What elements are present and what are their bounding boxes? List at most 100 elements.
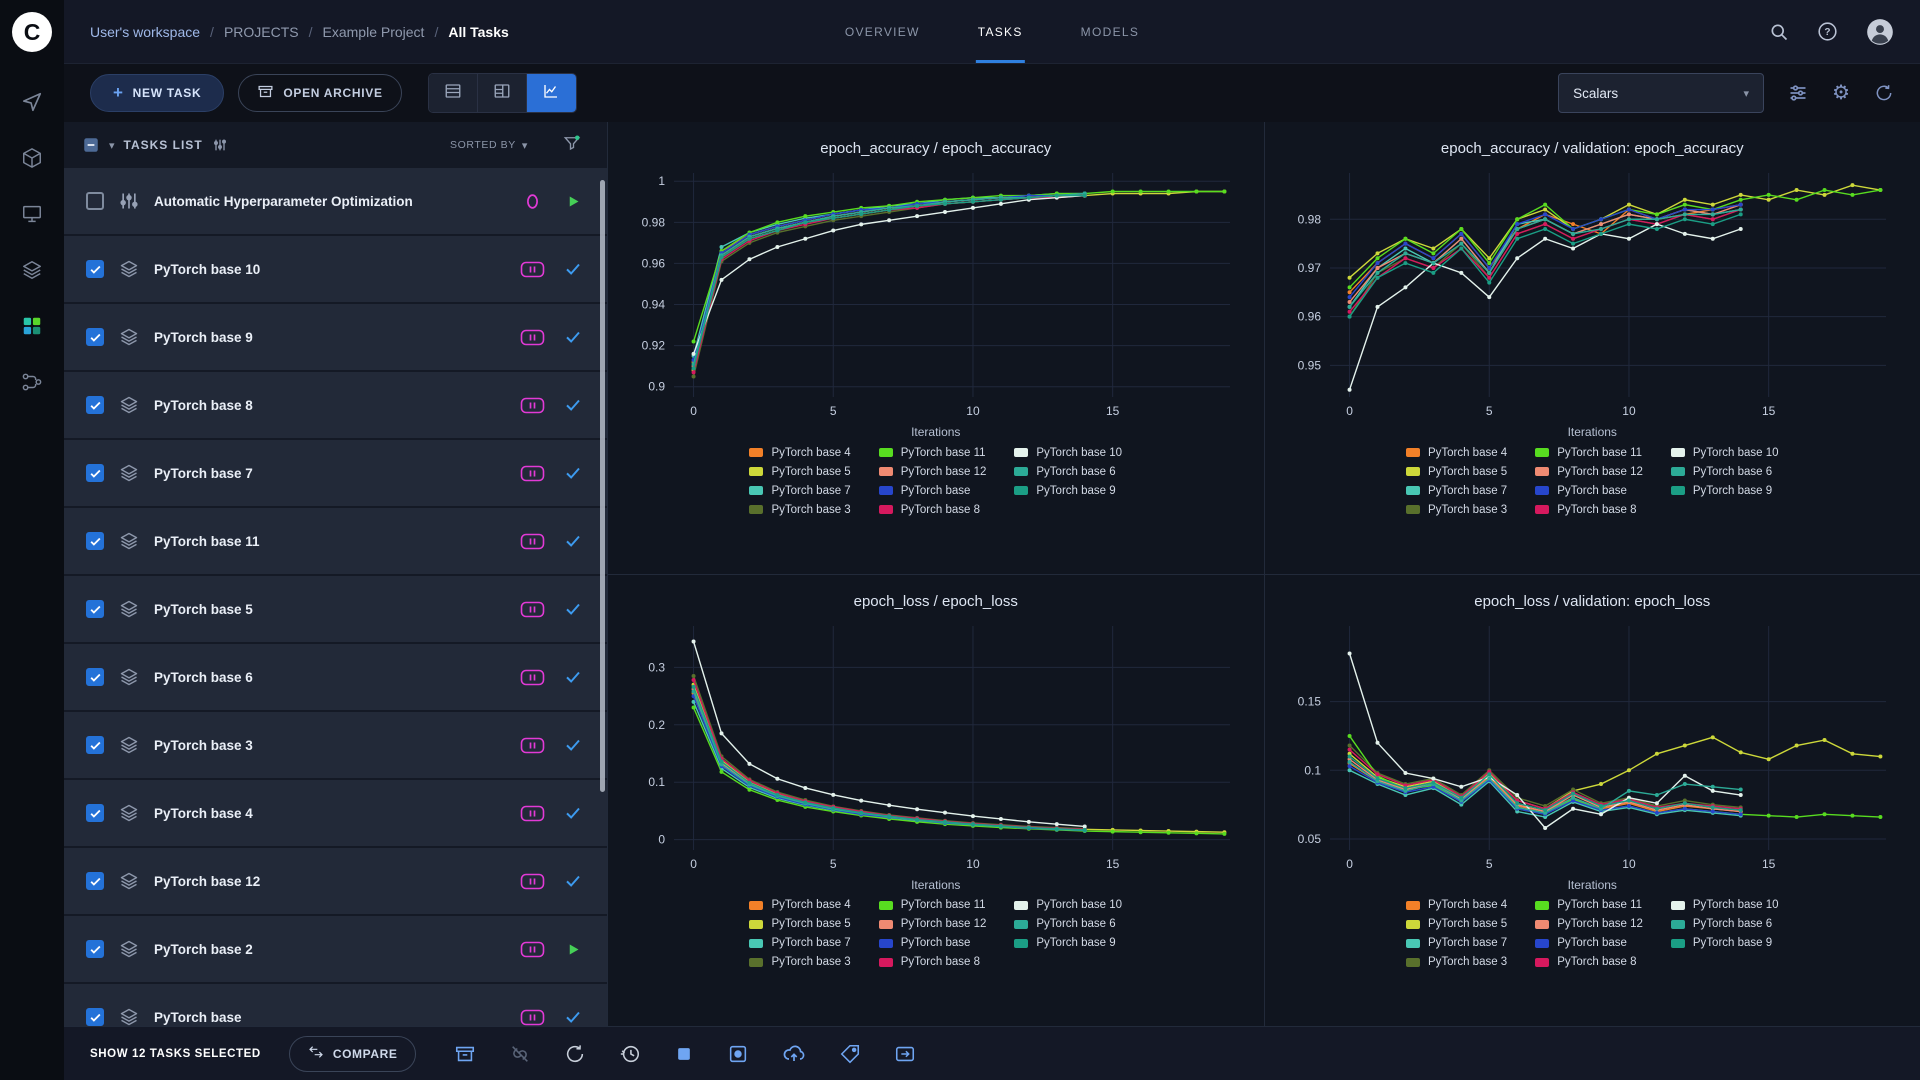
rail-item-projects[interactable] xyxy=(0,132,64,188)
legend-item[interactable]: PyTorch base 10 xyxy=(1014,443,1122,462)
tab-overview[interactable]: OVERVIEW xyxy=(843,0,922,63)
legend-item[interactable]: PyTorch base 9 xyxy=(1014,481,1122,500)
task-checkbox[interactable] xyxy=(86,668,104,686)
legend-item[interactable]: PyTorch base 6 xyxy=(1014,915,1122,934)
task-checkbox[interactable] xyxy=(86,1008,104,1026)
legend-item[interactable]: PyTorch base 9 xyxy=(1670,934,1779,953)
task-row[interactable]: PyTorch base 11 xyxy=(64,508,607,574)
task-name[interactable]: PyTorch base 4 xyxy=(154,806,253,821)
show-selected-button[interactable]: SHOW 12 TASKS SELECTED xyxy=(90,1048,261,1060)
legend-item[interactable]: PyTorch base 11 xyxy=(878,443,987,462)
legend-item[interactable]: PyTorch base 7 xyxy=(1405,481,1507,500)
legend-item[interactable]: PyTorch base 11 xyxy=(1535,896,1643,915)
task-row[interactable]: Automatic Hyperparameter Optimization xyxy=(64,168,607,234)
task-checkbox[interactable] xyxy=(86,872,104,890)
legend-item[interactable]: PyTorch base 12 xyxy=(878,915,986,934)
table-view-button[interactable] xyxy=(428,74,478,112)
legend-item[interactable]: PyTorch base xyxy=(878,481,987,500)
legend-item[interactable]: PyTorch base 12 xyxy=(1535,462,1643,481)
open-archive-button[interactable]: OPEN ARCHIVE xyxy=(238,74,402,112)
task-name[interactable]: PyTorch base xyxy=(154,1010,242,1025)
task-row[interactable]: PyTorch base 12 xyxy=(64,848,607,914)
task-row[interactable]: PyTorch base 3 xyxy=(64,712,607,778)
compare-button[interactable]: COMPARE xyxy=(288,1035,417,1072)
rail-item-workers[interactable] xyxy=(0,188,64,244)
retry-icon[interactable] xyxy=(564,1043,586,1065)
move-to-project-icon[interactable] xyxy=(894,1043,916,1065)
task-checkbox[interactable] xyxy=(86,940,104,958)
chart-plot[interactable]: 0 5 10 15 0.95 0.96 0.97 0.98 xyxy=(1282,163,1902,425)
legend-item[interactable]: PyTorch base 3 xyxy=(749,500,851,519)
legend-item[interactable]: PyTorch base 6 xyxy=(1670,915,1779,934)
task-row[interactable]: PyTorch base 2 xyxy=(64,916,607,982)
legend-item[interactable]: PyTorch base 5 xyxy=(1405,462,1507,481)
breadcrumb-projects[interactable]: PROJECTS xyxy=(224,24,299,40)
task-row[interactable]: PyTorch base 6 xyxy=(64,644,607,710)
rail-item-pipelines[interactable] xyxy=(0,356,64,412)
filter-funnel-icon[interactable] xyxy=(563,134,581,157)
stop-icon[interactable] xyxy=(674,1044,694,1064)
avatar-icon[interactable] xyxy=(1866,18,1894,46)
tune-icon[interactable] xyxy=(1788,83,1808,103)
chart-plot[interactable]: 0 5 10 15 0.05 0.1 0.15 xyxy=(1282,616,1902,878)
task-row[interactable]: PyTorch base xyxy=(64,984,607,1026)
chart-plot[interactable]: 0 5 10 15 0.9 0.92 0.94 0.96 0.98 1 xyxy=(626,163,1246,425)
legend-item[interactable]: PyTorch base 6 xyxy=(1014,462,1122,481)
tasks-scrollbar[interactable] xyxy=(600,180,605,792)
legend-item[interactable]: PyTorch base 12 xyxy=(878,462,986,481)
task-row[interactable]: PyTorch base 8 xyxy=(64,372,607,438)
task-checkbox[interactable] xyxy=(86,192,104,210)
sorted-by-control[interactable]: SORTED BY ▾ xyxy=(450,139,528,152)
legend-item[interactable]: PyTorch base xyxy=(1535,934,1643,953)
task-row[interactable]: PyTorch base 4 xyxy=(64,780,607,846)
task-name[interactable]: PyTorch base 6 xyxy=(154,670,253,685)
task-checkbox[interactable] xyxy=(86,736,104,754)
select-all-checkbox-icon[interactable] xyxy=(82,136,100,154)
task-row[interactable]: PyTorch base 10 xyxy=(64,236,607,302)
legend-item[interactable]: PyTorch base 6 xyxy=(1670,462,1779,481)
legend-item[interactable]: PyTorch base 11 xyxy=(1535,443,1643,462)
archive-icon[interactable] xyxy=(454,1043,476,1065)
task-checkbox[interactable] xyxy=(86,600,104,618)
legend-item[interactable]: PyTorch base 7 xyxy=(749,481,851,500)
task-name[interactable]: PyTorch base 10 xyxy=(154,262,260,277)
task-row[interactable]: PyTorch base 7 xyxy=(64,440,607,506)
legend-item[interactable]: PyTorch base 4 xyxy=(1405,443,1507,462)
breadcrumb-workspace[interactable]: User's workspace xyxy=(90,24,200,40)
task-checkbox[interactable] xyxy=(86,396,104,414)
search-icon[interactable] xyxy=(1769,22,1789,42)
rail-item-datasets[interactable] xyxy=(0,244,64,300)
legend-item[interactable]: PyTorch base 4 xyxy=(749,443,851,462)
rail-item-home[interactable] xyxy=(0,76,64,132)
task-name[interactable]: PyTorch base 8 xyxy=(154,398,253,413)
task-name[interactable]: PyTorch base 7 xyxy=(154,466,253,481)
breadcrumb-project[interactable]: Example Project xyxy=(323,24,425,40)
legend-item[interactable]: PyTorch base 9 xyxy=(1670,481,1779,500)
help-icon[interactable]: ? xyxy=(1817,21,1838,42)
task-checkbox[interactable] xyxy=(86,260,104,278)
task-name[interactable]: PyTorch base 2 xyxy=(154,942,253,957)
tab-models[interactable]: MODELS xyxy=(1079,0,1141,63)
legend-item[interactable]: PyTorch base 10 xyxy=(1670,443,1779,462)
tags-icon[interactable] xyxy=(839,1043,861,1065)
task-name[interactable]: PyTorch base 12 xyxy=(154,874,260,889)
task-name[interactable]: PyTorch base 5 xyxy=(154,602,253,617)
column-settings-icon[interactable] xyxy=(212,137,228,153)
task-checkbox[interactable] xyxy=(86,532,104,550)
split-view-button[interactable] xyxy=(477,74,527,112)
chevron-down-icon[interactable]: ▾ xyxy=(109,139,115,152)
legend-item[interactable]: PyTorch base 3 xyxy=(1405,953,1507,972)
legend-item[interactable]: PyTorch base 3 xyxy=(1405,500,1507,519)
rail-item-applications[interactable] xyxy=(0,300,64,356)
legend-item[interactable]: PyTorch base 7 xyxy=(1405,934,1507,953)
task-name[interactable]: Automatic Hyperparameter Optimization xyxy=(154,194,413,209)
legend-item[interactable]: PyTorch base 10 xyxy=(1670,896,1779,915)
chart-plot[interactable]: 0 5 10 15 0 0.1 0.2 0.3 xyxy=(626,616,1246,878)
legend-item[interactable]: PyTorch base 5 xyxy=(749,915,851,934)
task-name[interactable]: PyTorch base 9 xyxy=(154,330,253,345)
history-icon[interactable] xyxy=(619,1043,641,1065)
legend-item[interactable]: PyTorch base 4 xyxy=(1405,896,1507,915)
task-row[interactable]: PyTorch base 9 xyxy=(64,304,607,370)
legend-item[interactable]: PyTorch base 8 xyxy=(1535,953,1643,972)
task-name[interactable]: PyTorch base 3 xyxy=(154,738,253,753)
